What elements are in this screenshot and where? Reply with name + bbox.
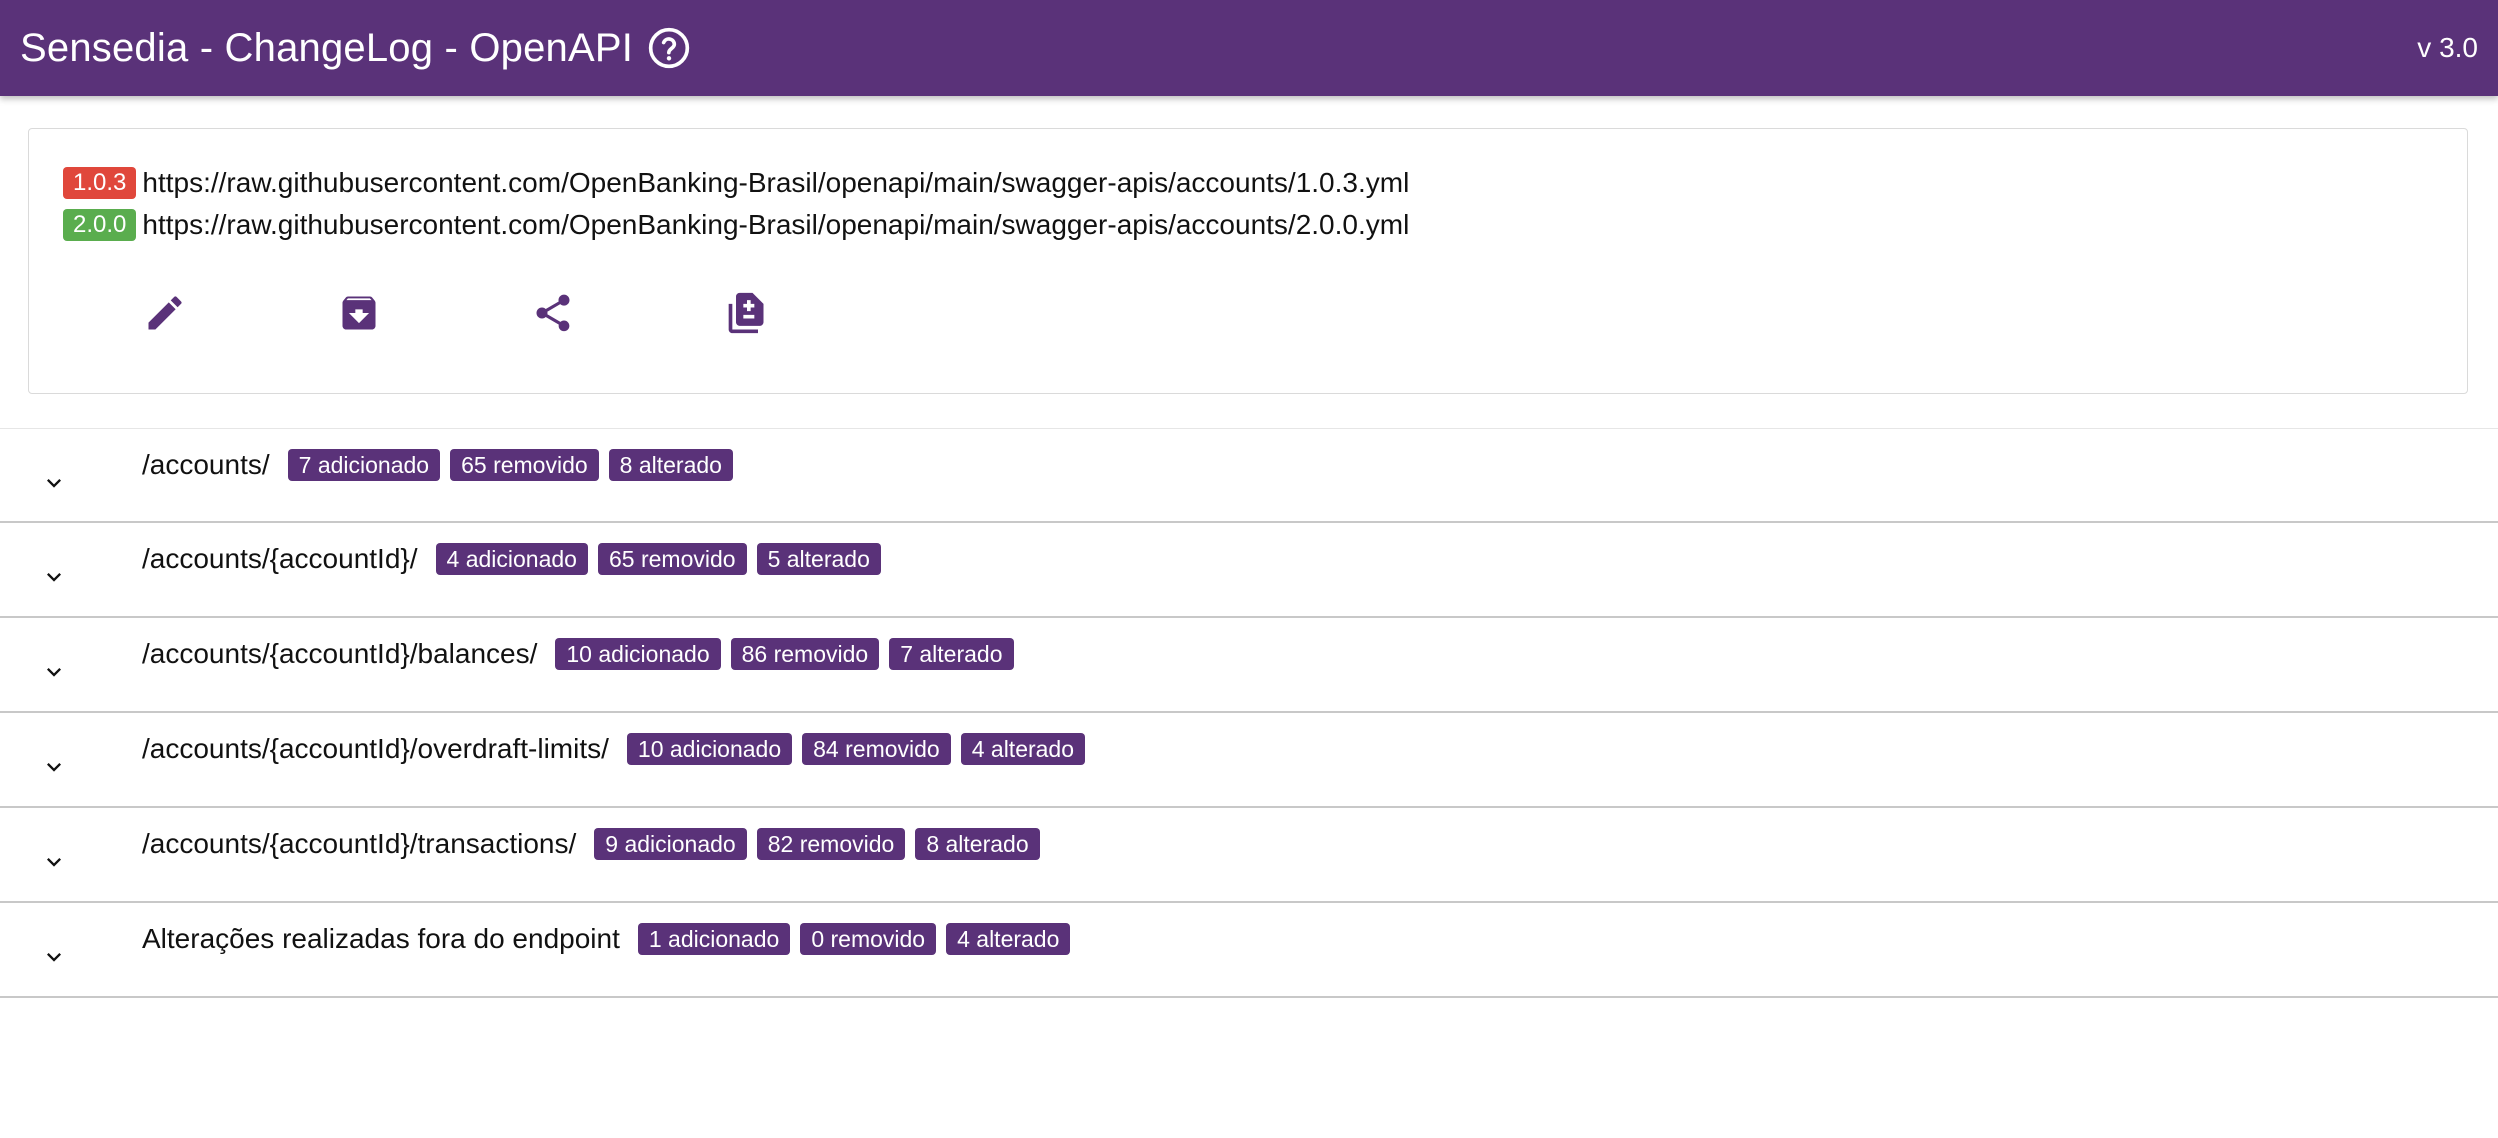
share-icon [536, 294, 570, 332]
chevron-down-icon[interactable] [34, 463, 74, 503]
old-file-url: https://raw.githubusercontent.com/OpenBa… [142, 167, 1410, 198]
action-toolbar [133, 281, 909, 345]
pencil-edit-icon [148, 296, 182, 330]
chevron-down-icon[interactable] [34, 937, 74, 977]
share-button[interactable] [521, 281, 585, 345]
app-bar: Sensedia - ChangeLog - OpenAPI v 3.0 [0, 0, 2498, 96]
endpoint-header: /accounts/ 7 adicionado 65 removido 8 al… [142, 449, 743, 481]
removed-count-badge: 65 removido [597, 543, 747, 575]
app-title: Sensedia - ChangeLog - OpenAPI [20, 25, 634, 70]
endpoint-panel[interactable]: /accounts/{accountId}/overdraft-limits/ … [0, 713, 2498, 808]
endpoint-header: /accounts/{accountId}/transactions/ 9 ad… [142, 828, 1050, 860]
chevron-down-icon[interactable] [34, 652, 74, 692]
compare-files-card: 1.0.3 https://raw.githubusercontent.com/… [28, 128, 2468, 394]
changed-count-badge: 8 alterado [608, 449, 733, 481]
chevron-down-icon[interactable] [34, 842, 74, 882]
endpoint-list: /accounts/ 7 adicionado 65 removido 8 al… [0, 428, 2498, 998]
endpoint-path: /accounts/{accountId}/overdraft-limits/ [142, 733, 609, 764]
changed-count-badge: 7 alterado [889, 638, 1014, 670]
endpoint-header: Alterações realizadas fora do endpoint 1… [142, 923, 1080, 955]
new-version-badge: 2.0.0 [63, 209, 137, 241]
removed-count-badge: 86 removido [730, 638, 880, 670]
chevron-down-icon[interactable] [34, 747, 74, 787]
edit-button[interactable] [133, 281, 197, 345]
endpoint-header: /accounts/{accountId}/balances/ 10 adici… [142, 638, 1024, 670]
removed-count-badge: 82 removido [756, 828, 906, 860]
endpoint-path: /accounts/ [142, 449, 270, 480]
endpoint-panel[interactable]: /accounts/{accountId}/transactions/ 9 ad… [0, 808, 2498, 903]
endpoint-panel[interactable]: /accounts/ 7 adicionado 65 removido 8 al… [0, 428, 2498, 523]
old-version-badge: 1.0.3 [63, 167, 137, 199]
copy-diff-icon [728, 292, 764, 334]
added-count-badge: 10 adicionado [626, 733, 793, 765]
changed-count-badge: 8 alterado [915, 828, 1040, 860]
added-count-badge: 4 adicionado [435, 543, 588, 575]
removed-count-badge: 0 removido [800, 923, 937, 955]
endpoint-panel[interactable]: /accounts/{accountId}/ 4 adicionado 65 r… [0, 523, 2498, 618]
endpoint-path: /accounts/{accountId}/balances/ [142, 638, 538, 669]
download-button[interactable] [327, 281, 391, 345]
endpoint-panel[interactable]: /accounts/{accountId}/balances/ 10 adici… [0, 618, 2498, 713]
endpoint-panel[interactable]: Alterações realizadas fora do endpoint 1… [0, 903, 2498, 998]
removed-count-badge: 65 removido [450, 449, 599, 481]
endpoint-path: /accounts/{accountId}/ [142, 543, 418, 574]
added-count-badge: 10 adicionado [555, 638, 721, 670]
changed-count-badge: 5 alterado [756, 543, 881, 575]
archive-download-icon [342, 296, 376, 330]
endpoint-path: /accounts/{accountId}/transactions/ [142, 828, 577, 859]
endpoint-header: /accounts/{accountId}/overdraft-limits/ … [142, 733, 1095, 765]
changed-count-badge: 4 alterado [946, 923, 1071, 955]
changed-count-badge: 4 alterado [960, 733, 1086, 765]
new-file-url: https://raw.githubusercontent.com/OpenBa… [142, 209, 1410, 240]
added-count-badge: 9 adicionado [594, 828, 747, 860]
help-circle-icon[interactable] [647, 26, 691, 70]
chevron-down-icon[interactable] [34, 557, 74, 597]
endpoint-header: /accounts/{accountId}/ 4 adicionado 65 r… [142, 543, 891, 575]
removed-count-badge: 84 removido [802, 733, 951, 765]
app-version: v 3.0 [2417, 32, 2478, 63]
old-file-line: 1.0.3 https://raw.githubusercontent.com/… [63, 167, 1409, 199]
endpoint-path: Alterações realizadas fora do endpoint [142, 923, 620, 954]
added-count-badge: 7 adicionado [287, 449, 441, 481]
copy-button[interactable] [715, 281, 779, 345]
new-file-line: 2.0.0 https://raw.githubusercontent.com/… [63, 209, 1409, 241]
added-count-badge: 1 adicionado [637, 923, 791, 955]
